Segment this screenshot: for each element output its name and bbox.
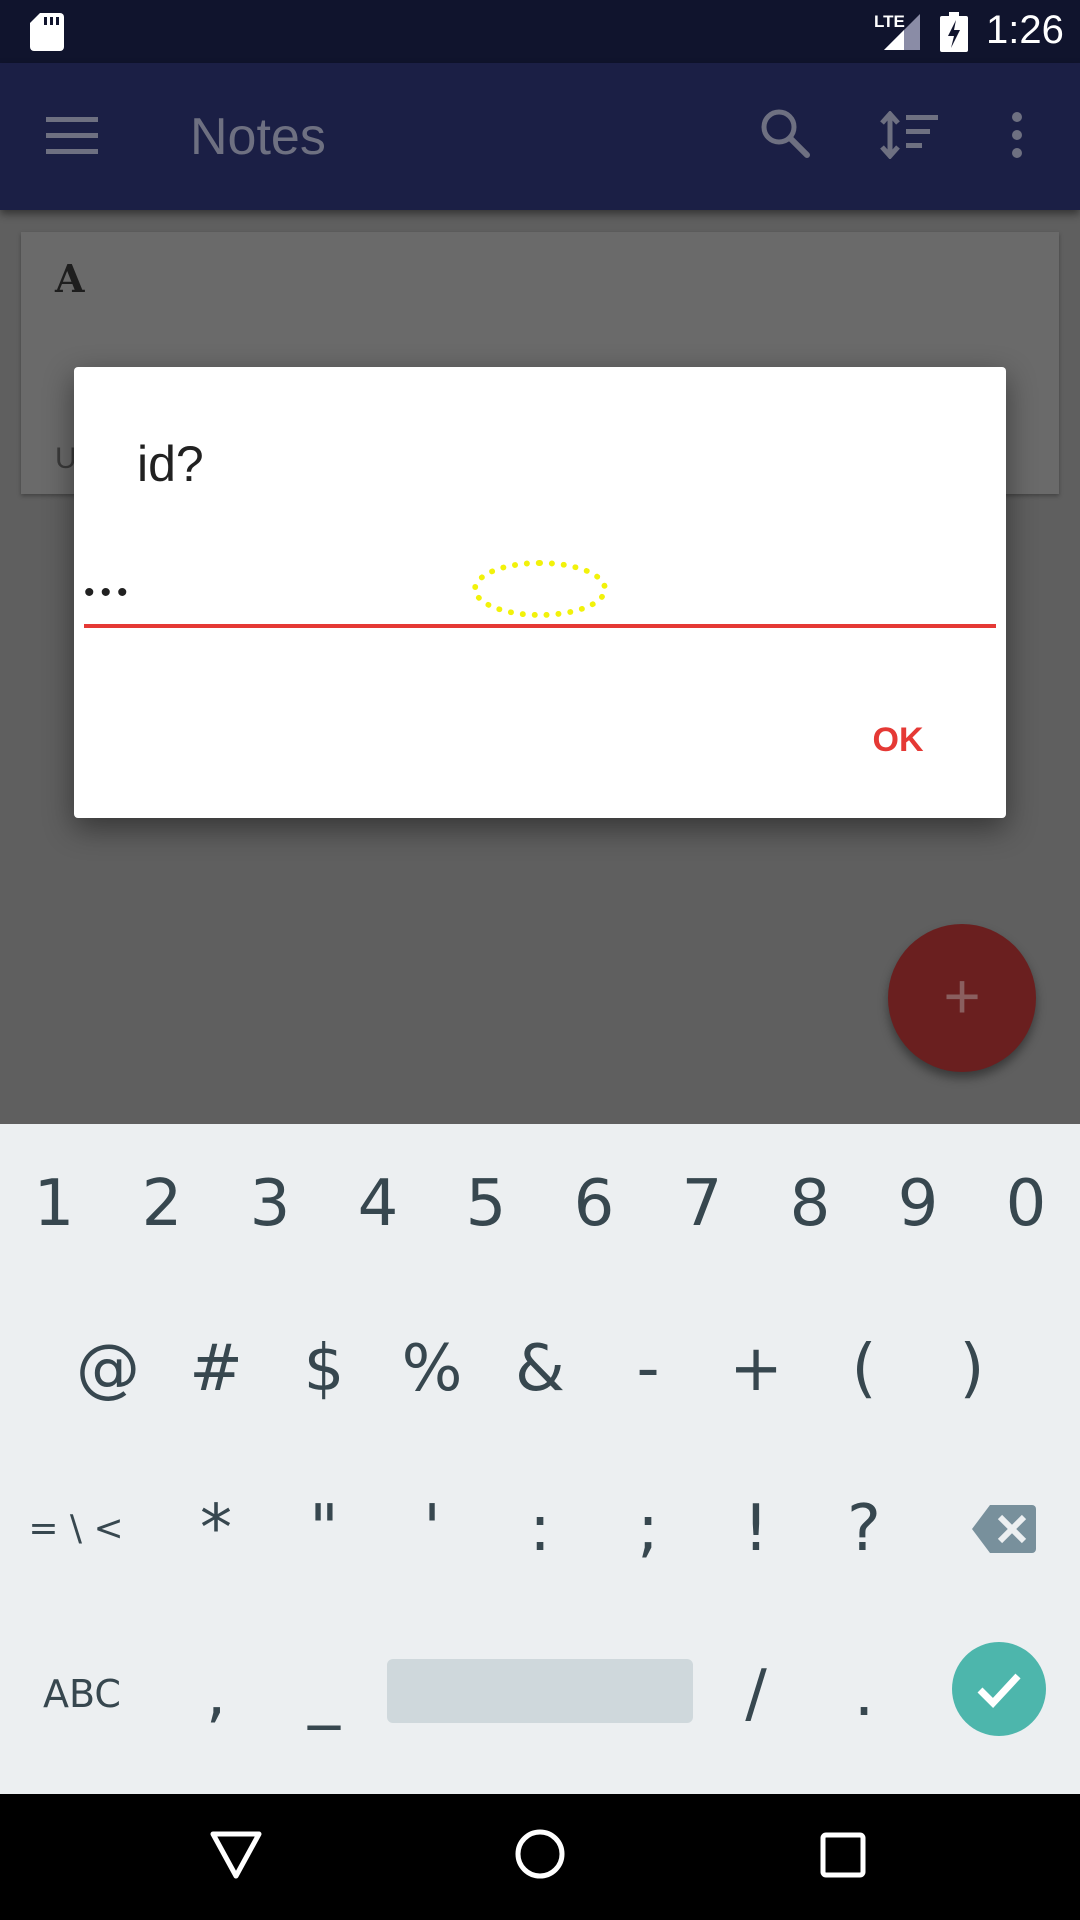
battery-charging-icon	[940, 12, 968, 52]
touch-indicator	[472, 560, 608, 618]
key[interactable]: ;	[602, 1449, 694, 1609]
keyboard-row-symbols-1: @ # $ % & - + ( )	[0, 1289, 1080, 1449]
navigation-bar	[0, 1794, 1080, 1920]
home-icon[interactable]	[514, 1828, 566, 1880]
key[interactable]: 7	[656, 1124, 748, 1284]
keyboard-row-bottom: ABC , _ / .	[0, 1614, 1080, 1774]
note-title: A	[55, 256, 85, 301]
keyboard-row-symbols-2: = \ < * " ' : ; ! ?	[0, 1449, 1080, 1609]
keyboard-row-numbers: 1 2 3 4 5 6 7 8 9 0	[0, 1124, 1080, 1284]
key[interactable]: _	[278, 1614, 370, 1774]
add-icon: +	[943, 960, 981, 1032]
more-symbols-key[interactable]: = \ <	[14, 1449, 138, 1609]
add-note-button[interactable]: +	[888, 924, 1036, 1072]
more-vert-icon[interactable]	[1010, 111, 1024, 159]
search-icon[interactable]	[760, 108, 810, 158]
space-key[interactable]	[387, 1659, 693, 1723]
backspace-icon[interactable]	[972, 1505, 1036, 1553]
key[interactable]: +	[710, 1289, 802, 1449]
sd-card-icon	[30, 13, 64, 51]
key[interactable]: ?	[818, 1449, 910, 1609]
key[interactable]: /	[710, 1614, 802, 1774]
status-time: 1:26	[986, 8, 1064, 52]
key[interactable]: .	[818, 1614, 910, 1774]
back-icon[interactable]	[210, 1830, 262, 1880]
status-bar: LTE 1:26	[0, 0, 1080, 63]
key[interactable]: -	[602, 1289, 694, 1449]
check-icon	[977, 1673, 1021, 1709]
key[interactable]: 5	[440, 1124, 532, 1284]
key[interactable]: "	[278, 1449, 370, 1609]
key[interactable]: #	[170, 1289, 262, 1449]
key[interactable]: 1	[8, 1124, 100, 1284]
key[interactable]: 9	[872, 1124, 964, 1284]
key[interactable]: @	[62, 1289, 154, 1449]
key[interactable]: 6	[548, 1124, 640, 1284]
ok-button[interactable]: OK	[838, 707, 958, 773]
enter-key[interactable]	[952, 1642, 1046, 1736]
abc-key[interactable]: ABC	[22, 1614, 142, 1774]
id-dialog: id? OK	[74, 367, 1006, 818]
symbol-keyboard: 1 2 3 4 5 6 7 8 9 0 @ # $ % & - + ( ) = …	[0, 1124, 1080, 1794]
key[interactable]: '	[386, 1449, 478, 1609]
key[interactable]: 2	[116, 1124, 208, 1284]
recents-icon[interactable]	[820, 1832, 866, 1878]
key[interactable]: (	[818, 1289, 910, 1449]
key[interactable]: :	[494, 1449, 586, 1609]
key[interactable]: *	[170, 1449, 262, 1609]
key[interactable]: 8	[764, 1124, 856, 1284]
signal-icon	[884, 14, 920, 50]
key[interactable]: 3	[224, 1124, 316, 1284]
key[interactable]: %	[386, 1289, 478, 1449]
key[interactable]: ,	[170, 1614, 262, 1774]
key[interactable]: !	[710, 1449, 802, 1609]
key[interactable]: 0	[980, 1124, 1072, 1284]
key[interactable]: $	[278, 1289, 370, 1449]
dialog-title: id?	[137, 436, 204, 492]
page-title: Notes	[190, 108, 326, 166]
key[interactable]: )	[926, 1289, 1018, 1449]
key[interactable]: &	[494, 1289, 586, 1449]
sort-icon[interactable]	[880, 111, 938, 159]
app-bar: Notes	[0, 63, 1080, 210]
key[interactable]: 4	[332, 1124, 424, 1284]
menu-icon[interactable]	[46, 115, 98, 155]
